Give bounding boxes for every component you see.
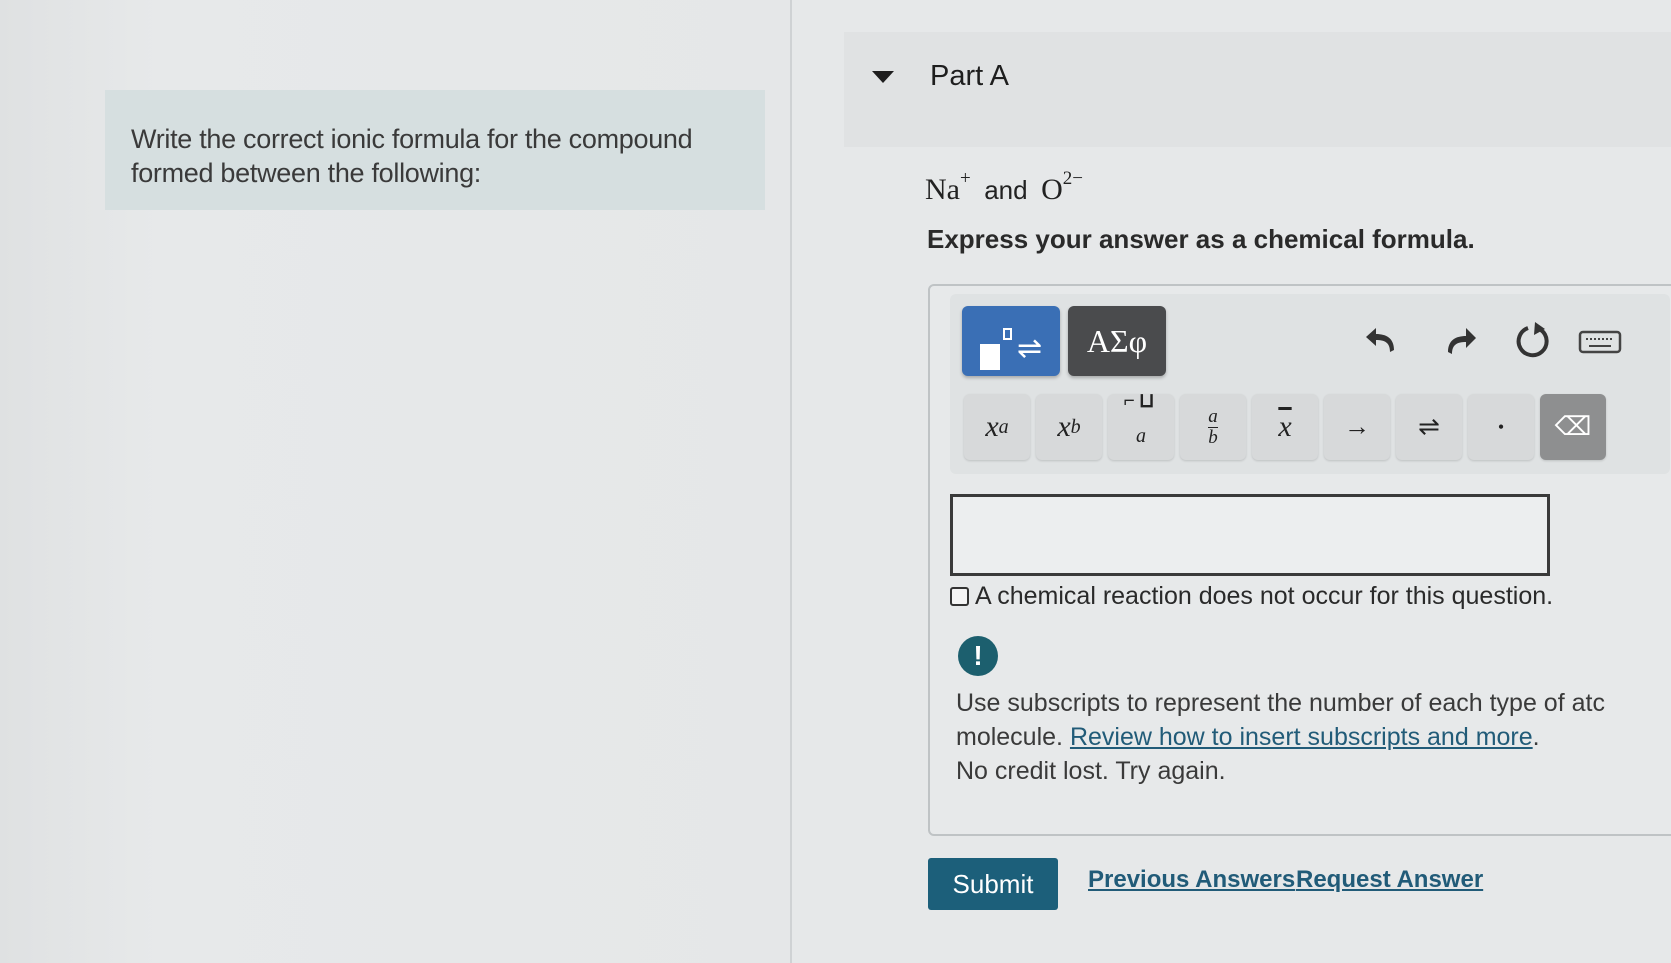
- ion-1: Na: [925, 173, 960, 206]
- feedback-line-2-prefix: molecule.: [956, 723, 1070, 751]
- ion-pair: Na+ and O2−: [925, 168, 1083, 207]
- and-word: and: [984, 175, 1028, 205]
- part-title: Part A: [930, 60, 1009, 92]
- problem-intro-box: Write the correct ionic formula for the …: [105, 90, 765, 210]
- part-pane: Part A Na+ and O2− Express your answer a…: [792, 0, 1671, 963]
- template-square-icon: [980, 344, 1000, 370]
- equilibrium-arrow-key[interactable]: ⇌: [1396, 394, 1462, 460]
- subscript-sub: b: [1070, 415, 1081, 438]
- feedback-line-2: molecule. Review how to insert subscript…: [956, 720, 1671, 754]
- intro-line-1: Write the correct ionic formula for the …: [131, 124, 693, 154]
- request-answer-link[interactable]: Request Answer: [1296, 866, 1483, 894]
- template-equilibrium-icon: ⇌: [1017, 332, 1043, 365]
- submit-button[interactable]: Submit: [928, 858, 1058, 910]
- no-reaction-row[interactable]: A chemical reaction does not occur for t…: [950, 582, 1553, 611]
- undo-icon[interactable]: [1360, 318, 1406, 364]
- overbar-key[interactable]: x: [1252, 394, 1318, 460]
- templates-button[interactable]: ⇌: [962, 306, 1060, 376]
- feedback-line-1: Use subscripts to represent the number o…: [956, 689, 1605, 717]
- math-toolbar: ⇌ ΑΣφ xa xb ⌐⊔ a a b x → ⇌ • ⌫: [950, 294, 1670, 474]
- superscript-base: x: [985, 410, 999, 443]
- dot-key[interactable]: •: [1468, 394, 1534, 460]
- previous-answers-link[interactable]: Previous Answers: [1088, 866, 1295, 894]
- bracket-arg: a: [1136, 425, 1146, 447]
- superscript-key[interactable]: xa: [964, 394, 1030, 460]
- review-subscripts-link[interactable]: Review how to insert subscripts and more: [1070, 723, 1533, 751]
- overbar-x: x: [1278, 410, 1292, 443]
- answer-instruction: Express your answer as a chemical formul…: [927, 224, 1475, 254]
- backspace-key[interactable]: ⌫: [1540, 394, 1606, 460]
- no-reaction-label: A chemical reaction does not occur for t…: [975, 582, 1554, 610]
- reset-icon[interactable]: [1510, 318, 1556, 364]
- answer-panel: ⇌ ΑΣφ xa xb ⌐⊔ a a b x → ⇌ • ⌫ A chemica…: [928, 284, 1671, 836]
- subscript-key[interactable]: xb: [1036, 394, 1102, 460]
- fraction-key[interactable]: a b: [1180, 394, 1246, 460]
- feedback-line-2-suffix: .: [1532, 723, 1540, 751]
- problem-intro-pane: Write the correct ionic formula for the …: [0, 0, 792, 963]
- no-reaction-checkbox[interactable]: [950, 587, 969, 606]
- reaction-arrow-key[interactable]: →: [1324, 394, 1390, 460]
- ion-2: O: [1041, 173, 1063, 206]
- subscript-base: x: [1057, 410, 1071, 443]
- ion-1-charge: +: [959, 168, 971, 189]
- keyboard-icon[interactable]: [1576, 318, 1624, 364]
- fraction-numerator: a: [1208, 405, 1218, 428]
- answer-input[interactable]: [950, 494, 1550, 576]
- collapse-caret-icon[interactable]: [872, 71, 894, 83]
- intro-line-2: formed between the following:: [131, 158, 482, 188]
- feedback-line-3: No credit lost. Try again.: [956, 757, 1226, 785]
- feedback-message: Use subscripts to represent the number o…: [956, 686, 1671, 788]
- ion-2-charge: 2−: [1062, 168, 1083, 189]
- template-small-square-icon: [1003, 328, 1012, 340]
- bracket-key[interactable]: ⌐⊔ a: [1108, 390, 1174, 460]
- fraction-denominator: b: [1208, 426, 1218, 448]
- alert-icon: !: [958, 636, 998, 676]
- superscript-exp: a: [998, 415, 1009, 438]
- greek-symbols-button[interactable]: ΑΣφ: [1068, 306, 1166, 376]
- bracket-icon: ⌐⊔: [1123, 390, 1159, 412]
- redo-icon[interactable]: [1436, 318, 1482, 364]
